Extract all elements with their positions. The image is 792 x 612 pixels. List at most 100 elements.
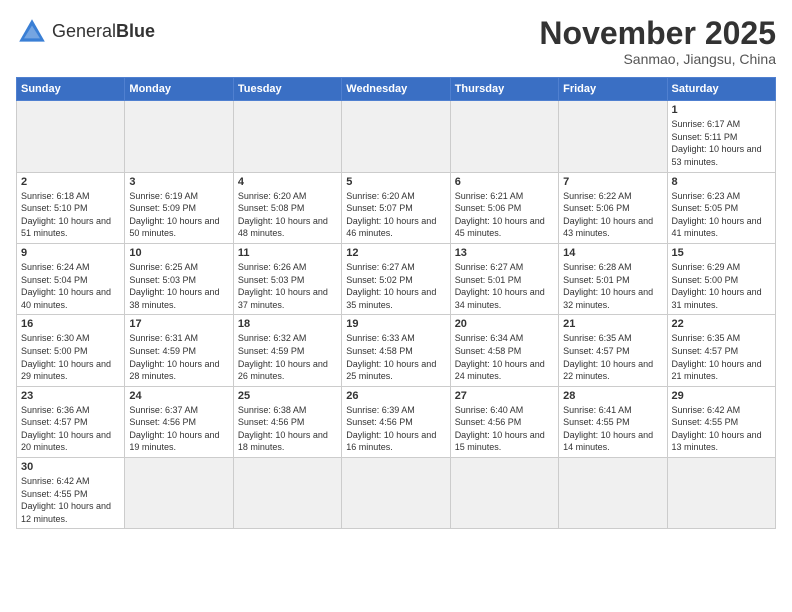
day-number: 7	[563, 176, 662, 188]
day-number: 4	[238, 176, 337, 188]
calendar-cell: 13 Sunrise: 6:27 AM Sunset: 5:01 PM Dayli…	[450, 243, 558, 314]
day-info: Sunrise: 6:35 AM Sunset: 4:57 PM Dayligh…	[672, 332, 771, 382]
day-number: 29	[672, 390, 771, 402]
weekday-header-saturday: Saturday	[667, 78, 775, 101]
calendar-cell	[125, 101, 233, 172]
day-info: Sunrise: 6:26 AM Sunset: 5:03 PM Dayligh…	[238, 261, 337, 311]
day-number: 2	[21, 176, 120, 188]
day-number: 14	[563, 247, 662, 259]
calendar-cell	[559, 458, 667, 529]
logo: GeneralBlue	[16, 16, 155, 48]
calendar-cell	[342, 101, 450, 172]
calendar-cell: 21Sunrise: 6:35 AM Sunset: 4:57 PM Dayli…	[559, 315, 667, 386]
day-info: Sunrise: 6:22 AM Sunset: 5:06 PM Dayligh…	[563, 190, 662, 240]
day-info: Sunrise: 6:23 AM Sunset: 5:05 PM Dayligh…	[672, 190, 771, 240]
calendar-cell	[559, 101, 667, 172]
week-row-4: 16 Sunrise: 6:30 AM Sunset: 5:00 PM Dayli…	[17, 315, 776, 386]
day-info: Sunrise: 6:42 AM Sunset: 4:55 PM Dayligh…	[672, 404, 771, 454]
calendar-cell: 2 Sunrise: 6:18 AM Sunset: 5:10 PM Daylig…	[17, 172, 125, 243]
calendar-cell: 3 Sunrise: 6:19 AM Sunset: 5:09 PM Daylig…	[125, 172, 233, 243]
weekday-header-friday: Friday	[559, 78, 667, 101]
day-info: Sunrise: 6:32 AM Sunset: 4:59 PM Dayligh…	[238, 332, 337, 382]
calendar-header: SundayMondayTuesdayWednesdayThursdayFrid…	[17, 78, 776, 101]
day-info: Sunrise: 6:41 AM Sunset: 4:55 PM Dayligh…	[563, 404, 662, 454]
calendar-cell: 12 Sunrise: 6:27 AM Sunset: 5:02 PM Dayli…	[342, 243, 450, 314]
day-info: Sunrise: 6:29 AM Sunset: 5:00 PM Dayligh…	[672, 261, 771, 311]
day-number: 28	[563, 390, 662, 402]
calendar-cell: 20Sunrise: 6:34 AM Sunset: 4:58 PM Dayli…	[450, 315, 558, 386]
calendar-table: SundayMondayTuesdayWednesdayThursdayFrid…	[16, 77, 776, 529]
day-info: Sunrise: 6:20 AM Sunset: 5:08 PM Dayligh…	[238, 190, 337, 240]
day-number: 15	[672, 247, 771, 259]
day-number: 30	[21, 461, 120, 473]
day-number: 12	[346, 247, 445, 259]
weekday-header-monday: Monday	[125, 78, 233, 101]
day-number: 3	[129, 176, 228, 188]
calendar-cell	[17, 101, 125, 172]
calendar-cell: 29 Sunrise: 6:42 AM Sunset: 4:55 PM Dayli…	[667, 386, 775, 457]
calendar-cell: 23 Sunrise: 6:36 AM Sunset: 4:57 PM Dayli…	[17, 386, 125, 457]
day-info: Sunrise: 6:40 AM Sunset: 4:56 PM Dayligh…	[455, 404, 554, 454]
day-info: Sunrise: 6:31 AM Sunset: 4:59 PM Dayligh…	[129, 332, 228, 382]
day-number: 26	[346, 390, 445, 402]
day-number: 9	[21, 247, 120, 259]
day-number: 23	[21, 390, 120, 402]
calendar-cell: 15 Sunrise: 6:29 AM Sunset: 5:00 PM Dayli…	[667, 243, 775, 314]
day-number: 6	[455, 176, 554, 188]
calendar-cell	[233, 101, 341, 172]
day-info: Sunrise: 6:27 AM Sunset: 5:02 PM Dayligh…	[346, 261, 445, 311]
day-info: Sunrise: 6:30 AM Sunset: 5:00 PM Dayligh…	[21, 332, 120, 382]
day-info: Sunrise: 6:28 AM Sunset: 5:01 PM Dayligh…	[563, 261, 662, 311]
calendar-cell: 24 Sunrise: 6:37 AM Sunset: 4:56 PM Dayli…	[125, 386, 233, 457]
calendar-cell: 16 Sunrise: 6:30 AM Sunset: 5:00 PM Dayli…	[17, 315, 125, 386]
day-number: 18	[238, 318, 337, 330]
weekday-row: SundayMondayTuesdayWednesdayThursdayFrid…	[17, 78, 776, 101]
weekday-header-thursday: Thursday	[450, 78, 558, 101]
week-row-3: 9Sunrise: 6:24 AM Sunset: 5:04 PM Daylig…	[17, 243, 776, 314]
day-number: 10	[129, 247, 228, 259]
day-info: Sunrise: 6:33 AM Sunset: 4:58 PM Dayligh…	[346, 332, 445, 382]
day-info: Sunrise: 6:19 AM Sunset: 5:09 PM Dayligh…	[129, 190, 228, 240]
calendar-cell: 4 Sunrise: 6:20 AM Sunset: 5:08 PM Daylig…	[233, 172, 341, 243]
day-number: 16	[21, 318, 120, 330]
calendar-cell: 6 Sunrise: 6:21 AM Sunset: 5:06 PM Daylig…	[450, 172, 558, 243]
day-number: 24	[129, 390, 228, 402]
day-number: 25	[238, 390, 337, 402]
calendar-cell	[450, 458, 558, 529]
day-info: Sunrise: 6:20 AM Sunset: 5:07 PM Dayligh…	[346, 190, 445, 240]
day-number: 22	[672, 318, 771, 330]
header: GeneralBlue November 2025 Sanmao, Jiangs…	[16, 16, 776, 67]
calendar-body: 1Sunrise: 6:17 AM Sunset: 5:11 PM Daylig…	[17, 101, 776, 529]
day-number: 19	[346, 318, 445, 330]
logo-icon	[16, 16, 48, 48]
day-info: Sunrise: 6:25 AM Sunset: 5:03 PM Dayligh…	[129, 261, 228, 311]
calendar-cell	[450, 101, 558, 172]
calendar-cell	[233, 458, 341, 529]
calendar-page: GeneralBlue November 2025 Sanmao, Jiangs…	[0, 0, 792, 612]
day-info: Sunrise: 6:27 AM Sunset: 5:01 PM Dayligh…	[455, 261, 554, 311]
week-row-5: 23 Sunrise: 6:36 AM Sunset: 4:57 PM Dayli…	[17, 386, 776, 457]
subtitle: Sanmao, Jiangsu, China	[539, 51, 776, 67]
day-number: 5	[346, 176, 445, 188]
calendar-cell: 5 Sunrise: 6:20 AM Sunset: 5:07 PM Daylig…	[342, 172, 450, 243]
calendar-cell: 25Sunrise: 6:38 AM Sunset: 4:56 PM Dayli…	[233, 386, 341, 457]
week-row-1: 1Sunrise: 6:17 AM Sunset: 5:11 PM Daylig…	[17, 101, 776, 172]
day-number: 8	[672, 176, 771, 188]
day-number: 13	[455, 247, 554, 259]
calendar-cell: 1Sunrise: 6:17 AM Sunset: 5:11 PM Daylig…	[667, 101, 775, 172]
day-info: Sunrise: 6:36 AM Sunset: 4:57 PM Dayligh…	[21, 404, 120, 454]
day-number: 20	[455, 318, 554, 330]
calendar-cell	[342, 458, 450, 529]
day-info: Sunrise: 6:21 AM Sunset: 5:06 PM Dayligh…	[455, 190, 554, 240]
day-info: Sunrise: 6:37 AM Sunset: 4:56 PM Dayligh…	[129, 404, 228, 454]
day-number: 17	[129, 318, 228, 330]
day-info: Sunrise: 6:18 AM Sunset: 5:10 PM Dayligh…	[21, 190, 120, 240]
calendar-cell: 30Sunrise: 6:42 AM Sunset: 4:55 PM Dayli…	[17, 458, 125, 529]
title-block: November 2025 Sanmao, Jiangsu, China	[539, 16, 776, 67]
week-row-6: 30Sunrise: 6:42 AM Sunset: 4:55 PM Dayli…	[17, 458, 776, 529]
calendar-cell: 8 Sunrise: 6:23 AM Sunset: 5:05 PM Daylig…	[667, 172, 775, 243]
calendar-cell: 9Sunrise: 6:24 AM Sunset: 5:04 PM Daylig…	[17, 243, 125, 314]
calendar-cell	[125, 458, 233, 529]
week-row-2: 2 Sunrise: 6:18 AM Sunset: 5:10 PM Daylig…	[17, 172, 776, 243]
calendar-cell: 28 Sunrise: 6:41 AM Sunset: 4:55 PM Dayli…	[559, 386, 667, 457]
